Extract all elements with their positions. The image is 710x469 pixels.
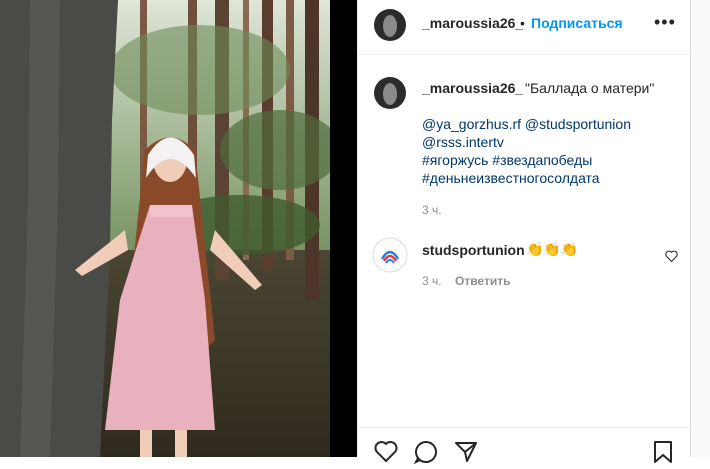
- reply-button[interactable]: Ответить: [455, 274, 510, 288]
- caption-tag-line[interactable]: @ya_gorzhus.rf @studsportunion: [422, 116, 631, 132]
- post-details-panel: _maroussia26_ • Подписаться ••• _marouss…: [357, 0, 691, 465]
- page-background: [690, 0, 710, 457]
- caption-tag-line[interactable]: #ягоржусь #звездапобеды: [422, 152, 592, 168]
- follow-button[interactable]: Подписаться: [531, 15, 623, 31]
- heart-icon[interactable]: [665, 249, 678, 267]
- caption-author-username[interactable]: _maroussia26_: [422, 80, 523, 96]
- separator-dot: •: [520, 15, 525, 31]
- author-avatar[interactable]: [374, 9, 406, 41]
- caption-text: "Баллада о матери": [525, 80, 655, 96]
- comment-text: 👏👏👏: [526, 241, 579, 257]
- caption-tag-line[interactable]: #деньнеизвестногосолдата: [422, 170, 600, 186]
- forest-scene-image: [0, 0, 330, 457]
- comment-icon[interactable]: [413, 440, 438, 469]
- commenter-username[interactable]: studsportunion: [422, 242, 525, 258]
- post-header: _maroussia26_ • Подписаться •••: [358, 0, 691, 55]
- caption-author-avatar[interactable]: [374, 77, 406, 109]
- caption-timestamp: 3 ч.: [422, 203, 442, 217]
- caption-tag-line[interactable]: @rsss.intertv: [422, 134, 504, 150]
- post-action-bar: [358, 427, 691, 465]
- author-username[interactable]: _maroussia26_: [422, 15, 523, 31]
- commenter-avatar[interactable]: [372, 237, 408, 273]
- heart-icon[interactable]: [374, 440, 398, 467]
- comment-timestamp: 3 ч.: [422, 274, 442, 288]
- ellipsis-icon[interactable]: •••: [654, 12, 676, 33]
- share-icon[interactable]: [454, 440, 478, 469]
- media-letterbox: [330, 0, 357, 457]
- bookmark-icon[interactable]: [653, 440, 673, 469]
- post-media[interactable]: [0, 0, 330, 457]
